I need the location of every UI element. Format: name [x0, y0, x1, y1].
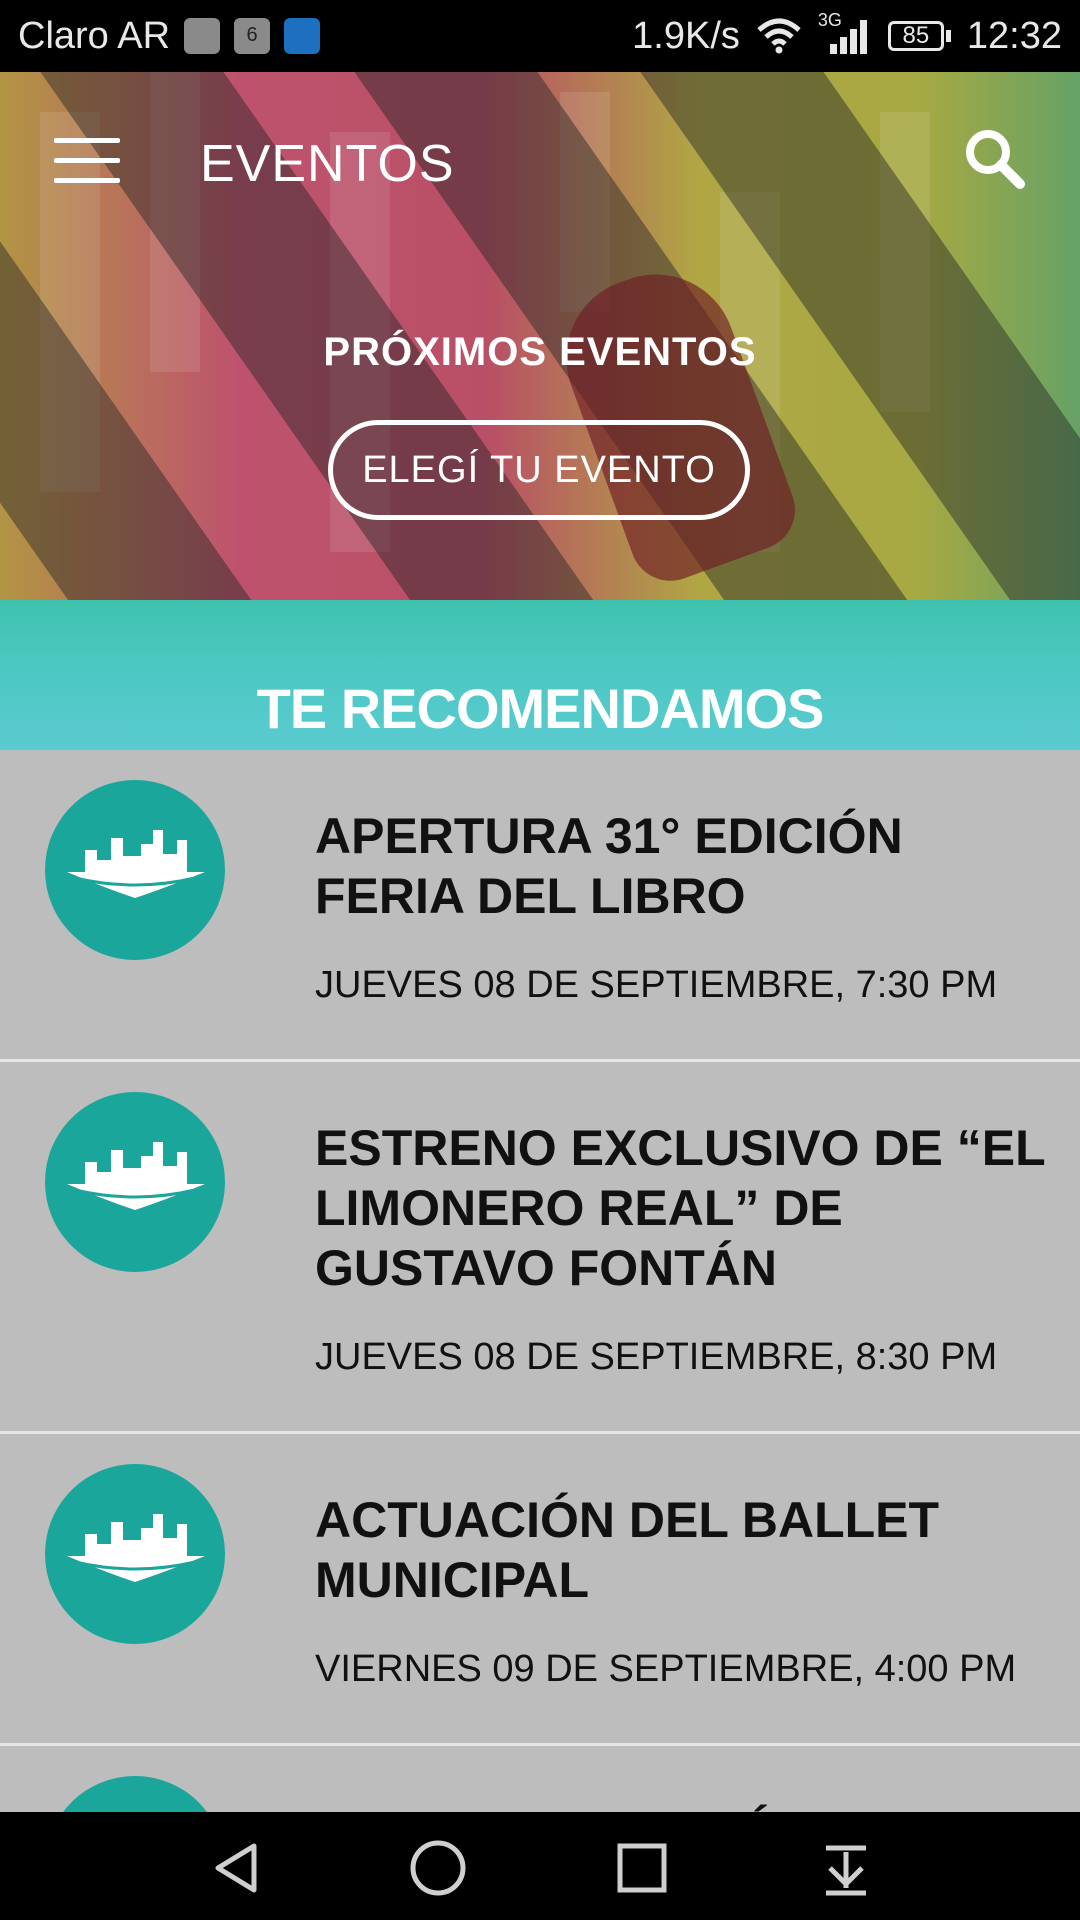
event-title: ESTRENO EXCLUSIVO DE “EL LIMONERO REAL” …	[315, 1120, 1045, 1296]
event-date: JUEVES 08 DE SEPTIEMBRE, 7:30 PM	[315, 964, 998, 1006]
event-date: VIERNES 09 DE SEPTIEMBRE, 4:00 PM	[315, 1648, 1017, 1690]
signal-icon: 3G	[818, 10, 872, 56]
recommended-heading: TE RECOMENDAMOS	[256, 677, 825, 740]
event-date: JUEVES 08 DE SEPTIEMBRE, 8:30 PM	[315, 1336, 998, 1378]
city-logo-icon	[45, 1092, 225, 1272]
status-bar: Claro AR 6 1.9K/s 3G 85 12:32	[0, 0, 1080, 72]
upcoming-events-heading: PRÓXIMOS EVENTOS	[323, 330, 757, 374]
event-item[interactable]: ESTRENO EXCLUSIVO DE “EL LIMONERO REAL” …	[0, 1062, 1080, 1434]
clean-app-icon	[184, 18, 221, 54]
choose-event-button[interactable]: ELEGÍ TU EVENTO	[328, 420, 750, 520]
event-title: ACTUACIÓN DEL BALLET MUNICIPAL	[315, 1492, 940, 1608]
network-speed: 1.9K/s	[632, 14, 740, 57]
pull-down-notifications-icon[interactable]	[816, 1838, 876, 1898]
back-triangle-icon[interactable]	[206, 1838, 266, 1898]
event-list[interactable]: APERTURA 31° EDICIÓN FERIA DEL LIBRO JUE…	[0, 750, 1080, 1812]
clock: 12:32	[966, 14, 1062, 57]
carrier-name: Claro AR	[18, 14, 171, 57]
sync-app-icon	[284, 18, 321, 54]
home-circle-icon[interactable]	[408, 1838, 468, 1898]
hamburger-menu-icon[interactable]	[54, 138, 120, 183]
event-item[interactable]: TALLER DE EDICIÓN DE	[0, 1746, 1080, 1812]
calendar-icon: 6	[234, 18, 271, 54]
city-logo-icon	[45, 780, 225, 960]
city-logo-icon	[45, 1464, 225, 1644]
battery-icon: 85	[887, 21, 951, 51]
event-title: TALLER DE EDICIÓN DE	[315, 1746, 1050, 1812]
event-title: APERTURA 31° EDICIÓN FERIA DEL LIBRO	[315, 808, 903, 924]
recents-square-icon[interactable]	[612, 1838, 672, 1898]
city-logo-icon	[45, 1776, 225, 1812]
search-icon[interactable]	[962, 126, 1026, 190]
event-item[interactable]: ACTUACIÓN DEL BALLET MUNICIPAL VIERNES 0…	[0, 1434, 1080, 1746]
system-nav-bar	[0, 1812, 1080, 1920]
event-item[interactable]: APERTURA 31° EDICIÓN FERIA DEL LIBRO JUE…	[0, 750, 1080, 1062]
wifi-icon	[757, 18, 801, 54]
page-title: EVENTOS	[200, 135, 455, 193]
